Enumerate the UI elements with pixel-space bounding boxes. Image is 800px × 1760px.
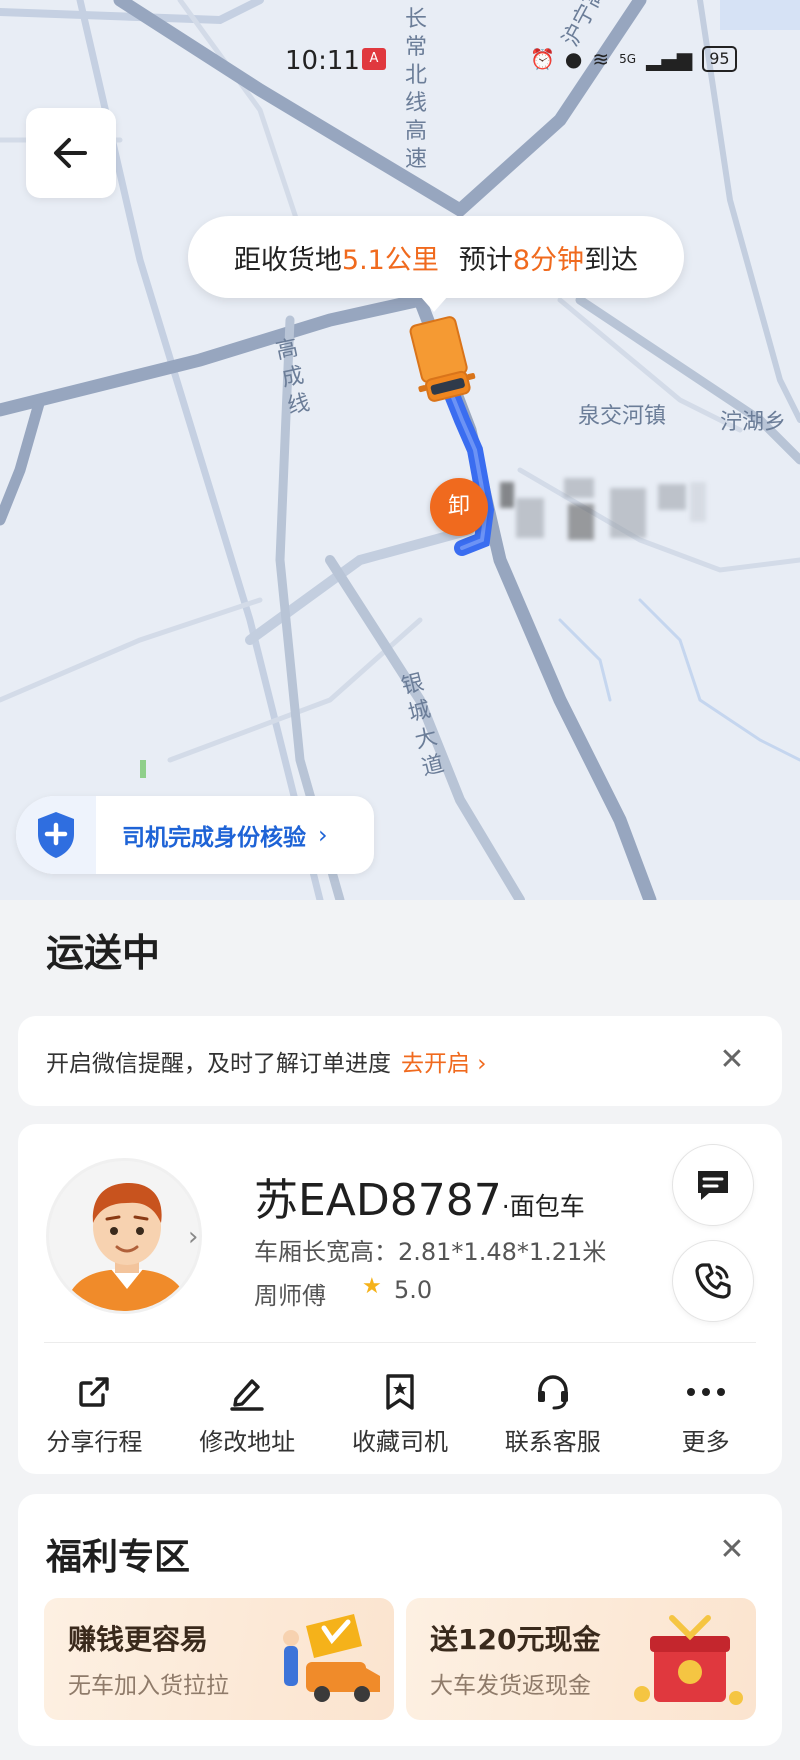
van-illustration-icon xyxy=(283,1614,380,1702)
chevron-right-icon: › xyxy=(318,821,328,849)
promo-cash-card[interactable]: 送120元现金 大车发货返现金 xyxy=(406,1598,756,1720)
action-label: 分享行程 xyxy=(46,1428,143,1456)
contact-support-button[interactable]: 联系客服 xyxy=(476,1358,629,1468)
promo-join-card[interactable]: 赚钱更容易 无车加入货拉拉 xyxy=(44,1598,394,1720)
status-bar: 10:11 A ⏰ ● ≋ 5G ▂▄▆ 95 xyxy=(0,40,800,80)
action-bar: 分享行程 修改地址 收藏司机 联系客服 更多 xyxy=(18,1358,782,1468)
edit-icon xyxy=(227,1372,267,1412)
eta-distance: 5.1公里 xyxy=(341,244,439,276)
location-icon: ● xyxy=(564,47,583,71)
driver-card: › 苏EAD8787·面包车 车厢长宽高：2.81*1.48*1.21米 周师傅… xyxy=(18,1124,782,1474)
headset-icon xyxy=(533,1372,573,1412)
status-icons: ⏰ ● ≋ 5G ▂▄▆ 95 xyxy=(530,46,737,72)
divider xyxy=(44,1342,756,1343)
eta-mid: 预计 xyxy=(458,244,513,276)
promo-title: 赚钱更容易 xyxy=(68,1623,209,1656)
close-icon[interactable]: ✕ xyxy=(710,1528,754,1572)
order-status-title: 运送中 xyxy=(46,931,161,975)
eta-prefix: 距收货地 xyxy=(233,244,342,276)
truck-icon xyxy=(409,316,476,402)
more-button[interactable]: 更多 xyxy=(629,1358,782,1468)
battery-icon: 95 xyxy=(702,46,737,72)
share-icon xyxy=(74,1372,114,1412)
map-label-ninghu-township: 泞湖乡 xyxy=(720,410,787,435)
chat-icon xyxy=(698,1171,728,1200)
chevron-right-icon[interactable]: › xyxy=(188,1222,198,1252)
share-trip-button[interactable]: 分享行程 xyxy=(18,1358,171,1468)
app-alert-icon: A xyxy=(362,48,386,70)
call-button[interactable] xyxy=(672,1240,754,1322)
vehicle-type: ·面包车 xyxy=(501,1192,585,1221)
driver-name: 周师傅 xyxy=(254,1282,326,1310)
blurred-address xyxy=(498,478,708,552)
favorite-icon xyxy=(380,1372,420,1412)
promo-title: 送120元现金 xyxy=(430,1623,601,1656)
phone-icon xyxy=(695,1263,731,1299)
action-label: 联系客服 xyxy=(504,1428,601,1456)
eta-bubble: 距收货地 5.1公里 预计 8分钟 到达 xyxy=(188,216,684,312)
action-label: 修改地址 xyxy=(199,1428,296,1456)
favorite-driver-button[interactable]: 收藏司机 xyxy=(324,1358,477,1468)
action-label: 收藏司机 xyxy=(351,1428,448,1456)
license-plate: 苏EAD8787·面包车 xyxy=(254,1164,585,1228)
eta-minutes: 8分钟 xyxy=(512,244,585,276)
benefits-section: 福利专区 ✕ 赚钱更容易 无车加入货拉拉 送120元现金 大车发货返现金 xyxy=(18,1494,782,1746)
wechat-reminder-banner: 开启微信提醒，及时了解订单进度 去开启 › ✕ xyxy=(18,1016,782,1106)
driver-verification-banner[interactable]: 司机完成身份核验 › xyxy=(16,796,374,874)
driver-rating: 5.0 xyxy=(394,1276,433,1304)
close-icon[interactable]: ✕ xyxy=(710,1038,754,1082)
star-icon: ★ xyxy=(362,1274,382,1299)
notice-text: 开启微信提醒，及时了解订单进度 xyxy=(46,1051,391,1077)
edit-address-button[interactable]: 修改地址 xyxy=(171,1358,324,1468)
gift-box-icon xyxy=(634,1615,743,1705)
status-time: 10:11 xyxy=(285,46,360,76)
more-icon xyxy=(686,1372,726,1412)
driver-avatar[interactable] xyxy=(46,1158,202,1314)
action-label: 更多 xyxy=(681,1428,730,1456)
enable-reminder-link[interactable]: 去开启 › xyxy=(401,1044,487,1078)
unload-location-marker[interactable]: 卸 xyxy=(430,478,488,536)
signal-icon: ▂▄▆ xyxy=(646,47,693,71)
alarm-icon: ⏰ xyxy=(530,47,555,71)
cargo-dimensions: 车厢长宽高：2.81*1.48*1.21米 xyxy=(254,1238,607,1266)
plate-number: 苏EAD8787 xyxy=(254,1175,502,1226)
promo-subtitle: 无车加入货拉拉 xyxy=(68,1673,229,1699)
message-button[interactable] xyxy=(672,1144,754,1226)
verification-text: 司机完成身份核验 xyxy=(122,825,306,851)
arrow-left-icon xyxy=(54,138,87,168)
map-roads xyxy=(0,0,800,900)
signal-label: 5G xyxy=(619,52,637,66)
map-view[interactable]: 长常北线高速 沪宁高速 高成线 泉交河镇 泞湖乡 银城大道 10:11 A ⏰ … xyxy=(0,0,800,900)
avatar-image xyxy=(64,1183,190,1311)
map-label-quanjiaohe-town: 泉交河镇 xyxy=(578,404,667,429)
eta-suffix: 到达 xyxy=(584,244,639,276)
shield-icon xyxy=(16,796,96,874)
benefits-title: 福利专区 xyxy=(46,1537,191,1578)
back-button[interactable] xyxy=(26,108,116,198)
promo-subtitle: 大车发货返现金 xyxy=(430,1673,591,1699)
wifi-icon: ≋ xyxy=(592,47,610,71)
map-label-changchang-expressway: 长常北线高速 xyxy=(404,7,427,172)
